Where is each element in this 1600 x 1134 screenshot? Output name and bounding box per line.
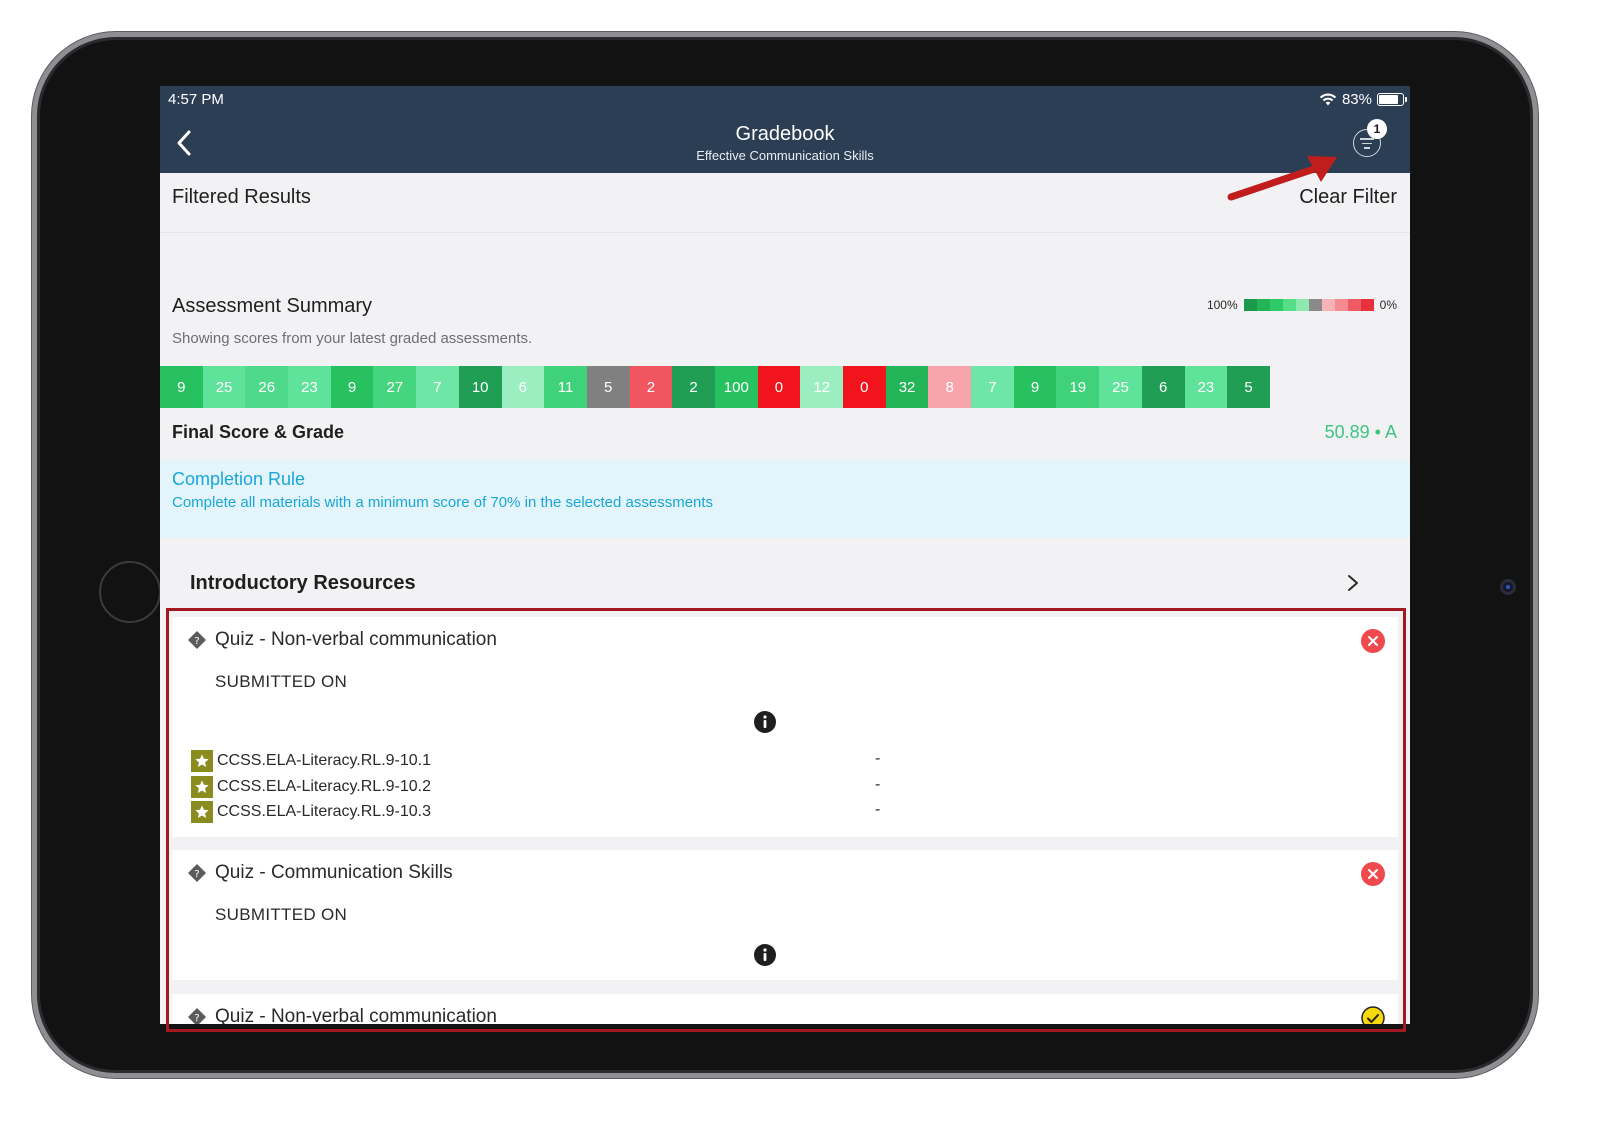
navigation-header: 4:57 PM 83% Gradebook Effective Communic…: [160, 86, 1410, 173]
legend-swatch: [1360, 299, 1374, 311]
standard-label: CCSS.ELA-Literacy.RL.9-10.1: [217, 752, 432, 769]
info-icon[interactable]: [754, 711, 776, 733]
score-cell[interactable]: 0: [843, 366, 886, 408]
legend-gradient: [1243, 299, 1374, 311]
completion-rule-title: Completion Rule: [172, 469, 306, 489]
legend-swatch: [1347, 299, 1361, 311]
camera-icon: [1500, 579, 1516, 595]
score-legend: 100% 0%: [1207, 298, 1397, 312]
score-cell[interactable]: 0: [757, 366, 801, 408]
page-subtitle: Effective Communication Skills: [696, 148, 874, 163]
standard-row: CCSS.ELA-Literacy.RL.9-10.3: [191, 801, 431, 823]
score-cell[interactable]: 9: [1013, 366, 1057, 408]
assessment-summary-subtitle: Showing scores from your latest graded a…: [172, 330, 533, 347]
score-cell[interactable]: 27: [373, 366, 417, 408]
standard-label: CCSS.ELA-Literacy.RL.9-10.3: [217, 803, 432, 820]
score-cell[interactable]: 7: [416, 366, 459, 408]
score-cell[interactable]: 6: [1141, 366, 1185, 408]
score-cell[interactable]: 5: [586, 366, 630, 408]
completion-rule-text: Complete all materials with a minimum sc…: [172, 494, 714, 511]
score-cell[interactable]: 25: [1099, 366, 1142, 408]
score-cell[interactable]: 5: [1227, 366, 1270, 408]
wifi-icon: [1319, 93, 1337, 106]
score-cell[interactable]: 9: [330, 366, 374, 408]
item-title: Quiz - Non-verbal communication: [215, 629, 497, 650]
quiz-icon: ?: [188, 1008, 206, 1024]
score-cell[interactable]: 11: [544, 366, 587, 408]
final-score-value: 50.89 • A: [1324, 422, 1397, 442]
score-cell[interactable]: 8: [928, 366, 972, 408]
page-title: Gradebook: [735, 123, 835, 145]
score-cell[interactable]: 7: [971, 366, 1014, 408]
score-cell[interactable]: 26: [245, 366, 289, 408]
assessment-summary-title: Assessment Summary: [172, 295, 373, 317]
close-icon[interactable]: [1361, 629, 1385, 653]
info-icon[interactable]: [754, 944, 776, 966]
list-item[interactable]: ? Quiz - Communication Skills SUBMITTED …: [172, 850, 1398, 980]
score-cell[interactable]: 19: [1056, 366, 1100, 408]
standard-score: -: [875, 801, 881, 818]
item-title: Quiz - Communication Skills: [215, 862, 453, 883]
svg-text:?: ?: [194, 1013, 199, 1024]
score-cell[interactable]: 23: [1184, 366, 1228, 408]
svg-text:?: ?: [194, 636, 199, 647]
legend-swatch: [1269, 299, 1283, 311]
score-cell[interactable]: 12: [800, 366, 843, 408]
battery-icon: [1377, 93, 1407, 106]
score-cell[interactable]: 100: [714, 366, 758, 408]
star-icon: [191, 801, 213, 823]
standard-row: CCSS.ELA-Literacy.RL.9-10.1: [191, 750, 431, 772]
score-cell[interactable]: 25: [202, 366, 246, 408]
filter-bar: [160, 173, 1410, 233]
section-title[interactable]: Introductory Resources: [190, 572, 416, 595]
score-cell[interactable]: 32: [885, 366, 929, 408]
filtered-results-label: Filtered Results: [172, 186, 311, 208]
star-icon: [191, 750, 213, 772]
check-pending-icon[interactable]: [1361, 1006, 1385, 1024]
standard-label: CCSS.ELA-Literacy.RL.9-10.2: [217, 778, 432, 795]
item-status: SUBMITTED ON: [215, 672, 348, 691]
legend-swatch: [1256, 299, 1270, 311]
score-cell[interactable]: 9: [160, 366, 203, 408]
legend-low-label: 0%: [1379, 298, 1397, 312]
standard-score: -: [875, 750, 881, 767]
score-cell[interactable]: 2: [672, 366, 715, 408]
standard-score: -: [875, 776, 881, 793]
svg-text:?: ?: [194, 869, 199, 880]
legend-high-label: 100%: [1206, 298, 1238, 312]
close-icon[interactable]: [1361, 862, 1385, 886]
arrow-annotation-icon: [1227, 156, 1337, 201]
quiz-icon: ?: [188, 631, 206, 649]
legend-swatch: [1282, 299, 1296, 311]
status-indicators: 83%: [1319, 91, 1407, 108]
filter-count-badge: 1: [1367, 119, 1387, 139]
score-cell[interactable]: 2: [629, 366, 673, 408]
chevron-right-icon[interactable]: [1346, 573, 1360, 593]
score-cell[interactable]: 6: [501, 366, 545, 408]
final-score-label: Final Score & Grade: [172, 422, 345, 442]
quiz-icon: ?: [188, 864, 206, 882]
star-icon: [191, 776, 213, 798]
battery-percent: 83%: [1341, 91, 1372, 108]
score-strip: 9 25 26 23 9 27 7 10 6 11 5 2 2 100 0 12 0 32 8 7 9 19 25 6 23 5: [160, 366, 1270, 408]
list-item[interactable]: ? Quiz - Non-verbal communication: [172, 994, 1398, 1024]
legend-swatch: [1295, 299, 1309, 311]
legend-swatch: [1308, 299, 1322, 311]
score-cell[interactable]: 23: [288, 366, 331, 408]
score-cell[interactable]: 10: [458, 366, 502, 408]
legend-swatch: [1334, 299, 1348, 311]
standard-row: CCSS.ELA-Literacy.RL.9-10.2: [191, 776, 431, 798]
legend-swatch: [1243, 299, 1257, 311]
list-item[interactable]: ? Quiz - Non-verbal communication SUBMIT…: [172, 617, 1398, 837]
home-button[interactable]: [99, 561, 161, 623]
item-status: SUBMITTED ON: [215, 905, 348, 924]
app-screen: 4:57 PM 83% Gradebook Effective Communic…: [160, 86, 1410, 1024]
status-time: 4:57 PM: [168, 91, 224, 108]
item-title: Quiz - Non-verbal communication: [215, 1006, 497, 1024]
legend-swatch: [1321, 299, 1335, 311]
